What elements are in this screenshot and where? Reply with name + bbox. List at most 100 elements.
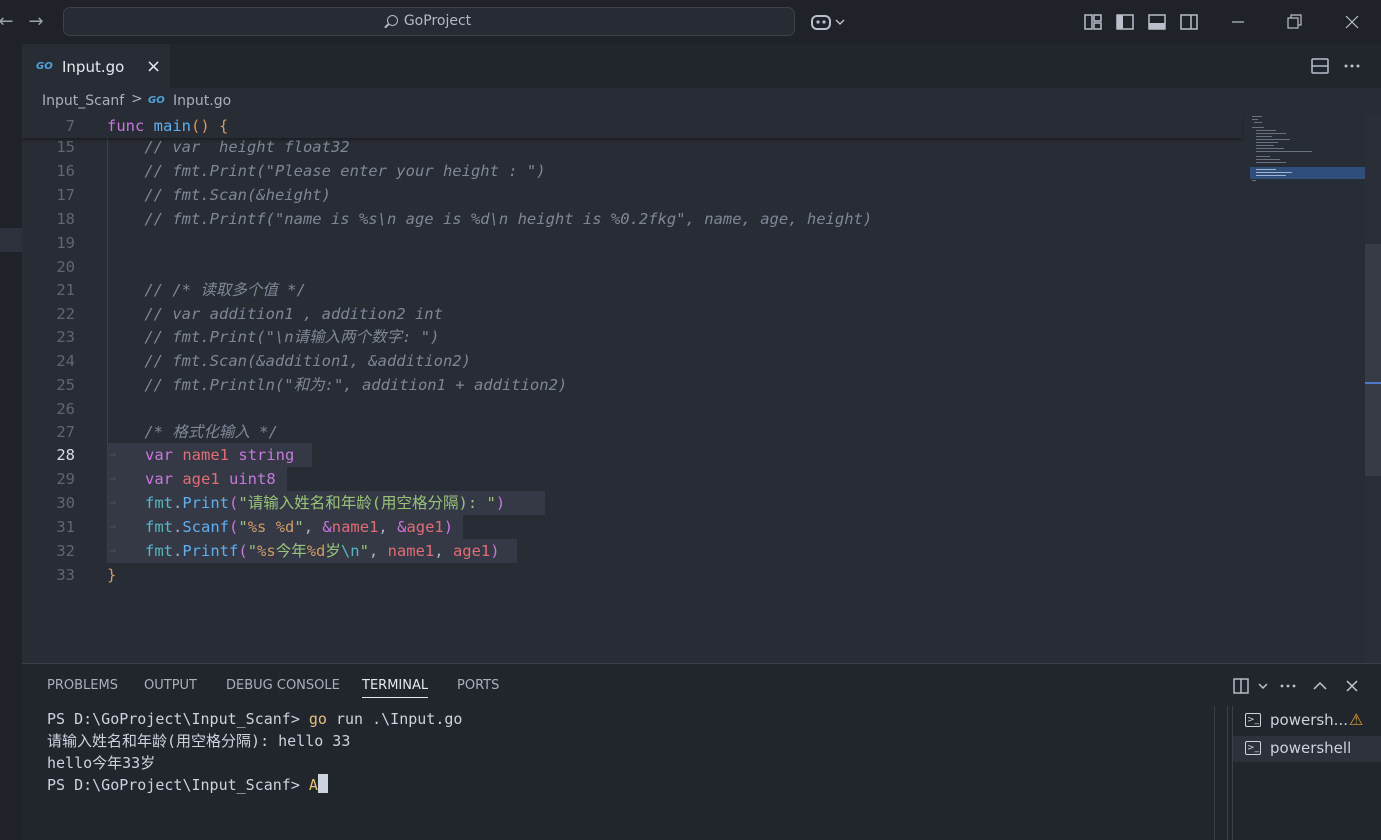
line-number: 16 (56, 162, 75, 180)
line-number: 18 (56, 210, 75, 228)
sticky-line-text: func main() { (107, 117, 229, 135)
powershell-icon: >_ (1245, 713, 1261, 727)
bottom-panel: PROBLEMS OUTPUT DEBUG CONSOLE TERMINAL P… (22, 663, 1381, 840)
terminal-line: PS D:\GoProject\Input_Scanf> go run .\In… (47, 710, 463, 728)
terminal-list: >_ powersh... ⚠ >_ powershell (1232, 706, 1381, 840)
copilot-icon[interactable] (810, 11, 850, 33)
code-line: 32 → fmt.Printf("%s今年%d岁\n", name1, age1… (22, 539, 1242, 563)
minimize-icon[interactable] (1226, 10, 1250, 34)
line-text: // fmt.Printf("name is %s\n age is %d\n … (107, 210, 873, 228)
close-tab-icon[interactable]: × (146, 56, 161, 77)
terminal-item-label: powersh... (1270, 711, 1348, 729)
sticky-scroll-header[interactable]: 7 func main() { (22, 114, 1242, 138)
customize-layout-icon[interactable] (1083, 12, 1103, 32)
restore-icon[interactable] (1282, 10, 1306, 34)
line-number: 24 (56, 352, 75, 370)
toggle-primary-sidebar-icon[interactable] (1115, 12, 1135, 32)
command-center-search[interactable]: GoProject (63, 7, 795, 36)
line-text: fmt.Print("请输入姓名和年龄(用空格分隔): ") (145, 494, 506, 512)
line-number: 26 (56, 400, 75, 418)
code-line: 31 → fmt.Scanf("%s %d", &name1, &age1) (22, 515, 1242, 539)
minimap[interactable] (1250, 114, 1365, 194)
line-number: 23 (56, 328, 75, 346)
line-text: var age1 uint8 (145, 470, 276, 488)
code-line: 29 → var age1 uint8 (22, 467, 1242, 491)
search-icon (386, 15, 398, 26)
breadcrumb-folder[interactable]: Input_Scanf (42, 93, 124, 109)
line-text: // fmt.Scan(&height) (107, 186, 331, 204)
line-number: 32 (56, 542, 75, 560)
code-line: 24 // fmt.Scan(&addition1, &addition2) (22, 349, 1242, 373)
line-text: // fmt.Print("Please enter your height :… (107, 162, 546, 180)
more-actions-icon[interactable] (1277, 676, 1299, 696)
back-arrow-icon[interactable]: ← (0, 10, 16, 34)
line-number: 28 (56, 446, 75, 464)
line-number: 20 (56, 258, 75, 276)
line-number: 21 (56, 281, 75, 299)
tab-terminal[interactable]: TERMINAL (362, 678, 429, 698)
line-number: 15 (56, 138, 75, 156)
terminal-line: hello今年33岁 (47, 754, 156, 772)
whitespace-tab-icon: → (109, 520, 116, 533)
line-number: 31 (56, 518, 75, 536)
chevron-down-icon[interactable] (1252, 676, 1274, 696)
terminal-item-label: powershell (1270, 739, 1352, 757)
go-file-icon: GO (148, 95, 165, 106)
code-line: 26 (22, 397, 1242, 421)
toggle-secondary-sidebar-icon[interactable] (1179, 12, 1199, 32)
line-number: 17 (56, 186, 75, 204)
tab-input-go[interactable]: GO Input.go × (22, 44, 170, 88)
close-window-icon[interactable] (1340, 10, 1364, 34)
breadcrumb-file[interactable]: Input.go (173, 93, 231, 109)
code-editor[interactable]: 15 // var height float32 16 // fmt.Print… (22, 114, 1381, 663)
line-text: // fmt.Scan(&addition1, &addition2) (107, 352, 471, 370)
whitespace-tab-icon: → (109, 448, 116, 461)
line-text: var name1 string (145, 446, 295, 464)
toggle-panel-icon[interactable] (1147, 12, 1167, 32)
editor-tabs-bar: GO Input.go × (22, 44, 1381, 88)
code-line: 25 // fmt.Println("和为:", addition1 + add… (22, 373, 1242, 397)
code-line: 15 // var height float32 (22, 135, 1242, 159)
split-terminal-icon[interactable] (1232, 676, 1254, 696)
close-panel-icon[interactable] (1341, 676, 1363, 696)
terminal-line: 请输入姓名和年龄(用空格分隔): hello 33 (47, 732, 351, 750)
line-number: 22 (56, 305, 75, 323)
line-number: 30 (56, 494, 75, 512)
code-line: 22 // var addition1 , addition2 int (22, 302, 1242, 326)
line-number: 25 (56, 376, 75, 394)
line-text: } (107, 566, 117, 584)
terminal-item[interactable]: >_ powersh... ⚠ (1233, 708, 1381, 734)
search-label: GoProject (403, 13, 472, 29)
tab-ports[interactable]: PORTS (457, 678, 499, 693)
code-line: 18 // fmt.Printf("name is %s\n age is %d… (22, 207, 1242, 231)
tab-debug-console[interactable]: DEBUG CONSOLE (226, 678, 340, 693)
code-line: 23 // fmt.Print("\n请输入两个数字: ") (22, 325, 1242, 349)
line-text: // fmt.Print("\n请输入两个数字: ") (107, 328, 440, 346)
line-number: 29 (56, 470, 75, 488)
terminal-scrollbar[interactable] (1214, 706, 1228, 840)
line-number: 33 (56, 566, 75, 584)
terminal-output[interactable]: PS D:\GoProject\Input_Scanf> go run .\In… (47, 708, 1207, 796)
line-number: 19 (56, 234, 75, 252)
terminal-item[interactable]: >_ powershell (1233, 736, 1381, 762)
code-line: 33 } (22, 563, 1242, 587)
line-text: // /* 读取多个值 */ (107, 281, 306, 299)
editor-scroll-thumb[interactable] (1365, 244, 1381, 476)
tab-problems[interactable]: PROBLEMS (47, 678, 118, 693)
code-line: 30 → fmt.Print("请输入姓名和年龄(用空格分隔): ") (22, 491, 1242, 515)
terminal-line: PS D:\GoProject\Input_Scanf> A (47, 774, 1207, 796)
maximize-panel-icon[interactable] (1309, 676, 1331, 696)
tab-output[interactable]: OUTPUT (144, 678, 197, 693)
forward-arrow-icon[interactable]: → (26, 10, 46, 34)
copilot-glyph-icon (811, 15, 845, 30)
sidebar-selected-marker (0, 228, 22, 252)
terminal-cursor (317, 774, 328, 793)
line-text: // fmt.Println("和为:", addition1 + additi… (107, 376, 568, 394)
code-line: 27 /* 格式化输入 */ (22, 420, 1242, 444)
warning-icon: ⚠ (1349, 710, 1364, 729)
line-text: /* 格式化输入 */ (107, 423, 278, 441)
more-actions-icon[interactable] (1341, 56, 1363, 76)
breadcrumb: Input_Scanf > GO Input.go (22, 88, 1381, 114)
powershell-icon: >_ (1245, 741, 1261, 755)
split-editor-icon[interactable] (1309, 56, 1331, 76)
